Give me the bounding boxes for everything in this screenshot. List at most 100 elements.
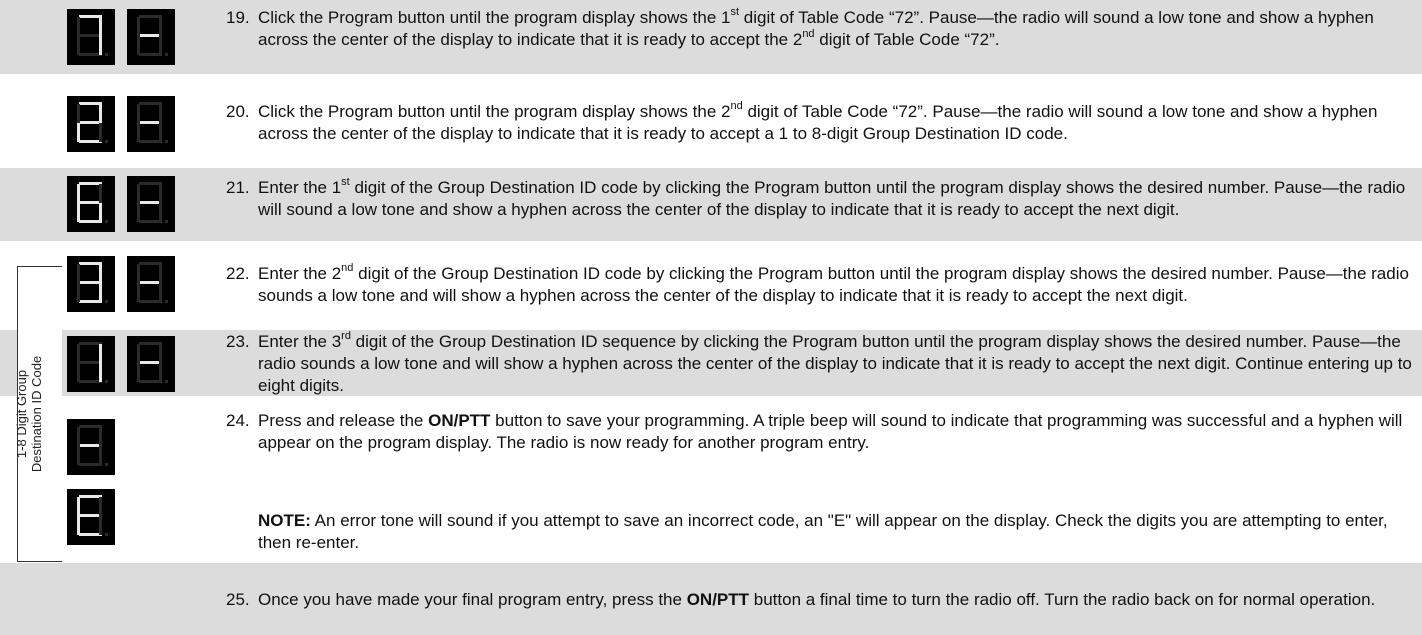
seven-segment-display-icon: [67, 96, 175, 152]
segment-e: [137, 203, 140, 222]
segment-a: [139, 102, 162, 105]
segment-g: [79, 34, 102, 37]
segment-e: [77, 36, 80, 55]
seven-segment-display-icon: [67, 419, 115, 475]
step-text-part: digit of the Group Destination ID code b…: [258, 264, 1409, 305]
segment-g: [79, 361, 102, 364]
segment-b: [159, 104, 162, 123]
segment-e: [137, 36, 140, 55]
segment-c: [99, 203, 102, 222]
segment-a: [79, 262, 102, 265]
segment-g: [139, 121, 162, 124]
segment-f: [137, 17, 140, 36]
segment-d: [139, 300, 162, 303]
step-number: 21.: [226, 178, 250, 197]
segment-d: [79, 53, 102, 56]
segment-a: [79, 102, 102, 105]
segment-b: [159, 184, 162, 203]
note-body: An error tone will sound if you attempt …: [258, 511, 1388, 552]
segment-g: [79, 281, 102, 284]
seven-segment-display-icon: [67, 9, 175, 65]
step-text: Press and release the ON/PTT button to s…: [258, 410, 1418, 454]
segment-g: [139, 281, 162, 284]
segment-d: [79, 380, 102, 383]
step-text: Enter the 1st digit of the Group Destina…: [258, 177, 1418, 221]
segment-g: [139, 34, 162, 37]
segment-d: [139, 220, 162, 223]
segment-b: [99, 497, 102, 516]
step-number: 22.: [226, 264, 250, 283]
segment-d: [79, 533, 102, 536]
segment-a: [139, 182, 162, 185]
ordinal-suffix: rd: [341, 330, 351, 343]
segment-f: [137, 264, 140, 283]
segment-b: [99, 344, 102, 363]
segment-g: [79, 514, 102, 517]
ordinal-suffix: nd: [341, 262, 354, 275]
segment-d: [79, 140, 102, 143]
seven-segment-display-icon: [67, 256, 175, 312]
segment-f: [137, 184, 140, 203]
segment-e: [77, 203, 80, 222]
step-text-part: Once you have made your final program en…: [258, 590, 687, 609]
segment-a: [139, 342, 162, 345]
segment-a: [79, 182, 102, 185]
step-text: Click the Program button until the progr…: [258, 7, 1418, 51]
seven-segment-display-icon: [67, 336, 175, 392]
segment-e: [77, 123, 80, 142]
step-text-part: Enter the 1: [258, 178, 342, 197]
segment-c: [99, 123, 102, 142]
segment-d: [139, 53, 162, 56]
segment-a: [79, 15, 102, 18]
segment-d: [79, 300, 102, 303]
segment-b: [159, 264, 162, 283]
segment-b: [99, 264, 102, 283]
segment-f: [77, 17, 80, 36]
step-text-part: Enter the 3: [258, 332, 342, 351]
segment-c: [99, 363, 102, 382]
on-ptt-label: ON/PTT: [686, 590, 750, 609]
segment-c: [99, 446, 102, 465]
bracket-label-line-1: 1-8 Digit Group: [14, 369, 29, 459]
seven-segment-display-icon: [67, 176, 175, 232]
segment-f: [137, 104, 140, 123]
step-text-part: digit of the Group Destination ID sequen…: [258, 332, 1412, 395]
segment-b: [159, 344, 162, 363]
segment-d: [139, 380, 162, 383]
segment-d: [139, 140, 162, 143]
step-text-part: Press and release the: [258, 411, 429, 430]
step-number: 19.: [226, 8, 250, 27]
step-number: 25.: [226, 590, 250, 609]
segment-g: [79, 201, 102, 204]
note-label: NOTE:: [258, 511, 311, 530]
segment-e: [77, 516, 80, 535]
segment-c: [99, 36, 102, 55]
bracket-label-line-2: Destination ID Code: [29, 355, 44, 473]
segment-e: [137, 123, 140, 142]
segment-e: [77, 363, 80, 382]
ordinal-suffix: nd: [802, 28, 815, 41]
step-text: Enter the 2nd digit of the Group Destina…: [258, 263, 1418, 307]
segment-a: [139, 262, 162, 265]
note-text: NOTE: An error tone will sound if you at…: [258, 510, 1418, 554]
seven-segment-display-icon: [67, 489, 115, 545]
step-text-part: Click the Program button until the progr…: [258, 102, 731, 121]
step-text-part: button a final time to turn the radio of…: [749, 590, 1376, 609]
segment-b: [99, 17, 102, 36]
segment-f: [77, 264, 80, 283]
step-number: 23.: [226, 332, 250, 351]
segment-g: [79, 121, 102, 124]
segment-f: [77, 184, 80, 203]
segment-b: [99, 184, 102, 203]
step-text-part: digit of Table Code “72”.: [814, 30, 1000, 49]
segment-c: [159, 36, 162, 55]
segment-f: [77, 497, 80, 516]
segment-g: [79, 444, 102, 447]
ordinal-suffix: nd: [730, 100, 743, 113]
segment-a: [79, 342, 102, 345]
segment-b: [99, 427, 102, 446]
ordinal-suffix: st: [341, 176, 350, 189]
segment-f: [137, 344, 140, 363]
step-text: Click the Program button until the progr…: [258, 101, 1418, 145]
ordinal-suffix: st: [730, 6, 740, 19]
